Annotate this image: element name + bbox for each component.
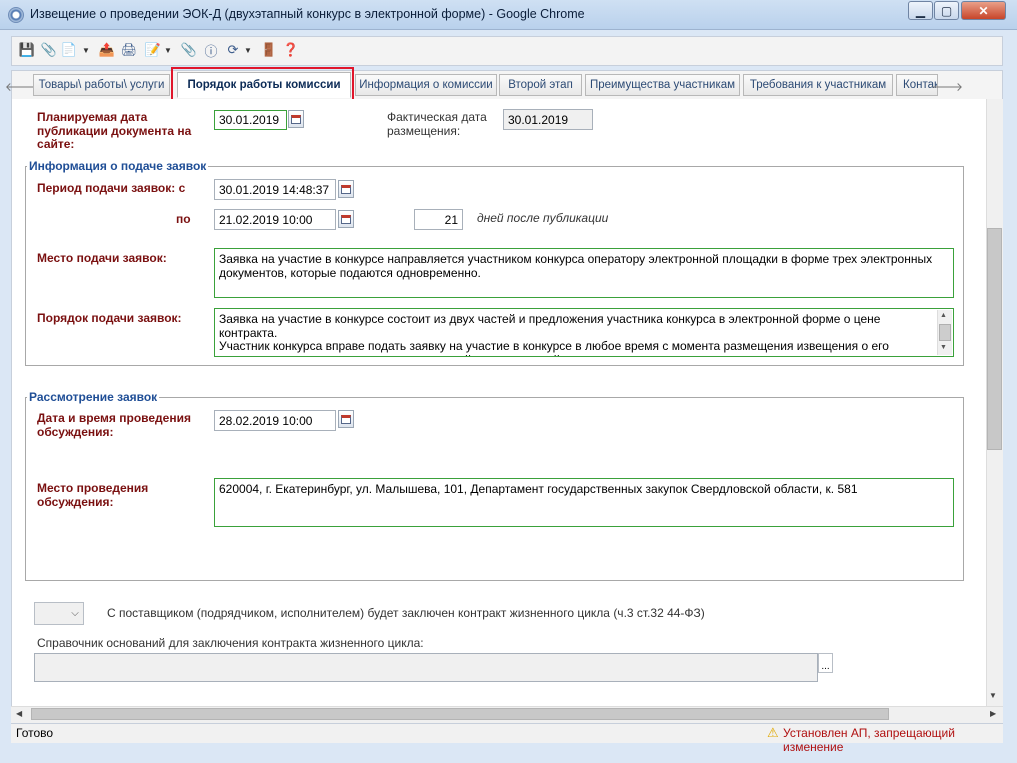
scroll-down-icon[interactable]: ▼ [989, 691, 997, 700]
lifecycle-browse-button[interactable]: ... [818, 653, 833, 673]
place-label: Место подачи заявок: [37, 251, 167, 265]
order-textarea[interactable]: Заявка на участие в конкурсе состоит из … [214, 308, 954, 357]
tab-goods[interactable]: Товары\ работы\ услуги [33, 74, 170, 96]
export-icon[interactable]: 📤 [98, 41, 116, 59]
tab-advantages[interactable]: Преимущества участникам [585, 74, 740, 96]
period-from-field[interactable]: 30.01.2019 14:48:37 [214, 179, 336, 200]
warning-icon: ⚠ [767, 725, 779, 740]
calendar-icon[interactable] [288, 110, 304, 128]
period-to-field[interactable]: 21.02.2019 10:00 [214, 209, 336, 230]
minimize-button[interactable]: ▁ [908, 1, 933, 20]
order-label: Порядок подачи заявок: [37, 311, 182, 325]
chrome-icon [8, 7, 24, 23]
document-icon[interactable]: 📄 [60, 41, 78, 59]
place-textarea[interactable]: Заявка на участие в конкурсе направляетс… [214, 248, 954, 298]
period-label: Период подачи заявок: с [37, 181, 186, 195]
print-icon[interactable]: 🖨 [120, 41, 138, 59]
review-datetime-label: Дата и время проведения обсуждения: [37, 411, 191, 439]
chevron-down-icon[interactable]: ⌵ [66, 602, 84, 625]
days-field[interactable]: 21 [414, 209, 463, 230]
attach-icon[interactable]: 📎 [40, 41, 58, 59]
exit-icon[interactable]: 🚪 [260, 41, 278, 59]
tab-scroll-left-icon[interactable]: 🡐 [5, 76, 37, 96]
lifecycle-contract-text: С поставщиком (подрядчиком, исполнителем… [107, 606, 705, 620]
submission-group-title: Информация о подаче заявок [27, 159, 209, 173]
tab-commission-info[interactable]: Информация о комиссии [355, 74, 497, 96]
days-label: дней после публикации [477, 211, 609, 225]
help-icon[interactable]: ❓ [282, 41, 300, 59]
close-button[interactable]: ✕ [961, 1, 1006, 20]
lifecycle-reference-label: Справочник оснований для заключения конт… [37, 636, 424, 650]
status-ready: Готово [16, 726, 54, 740]
tab-scroll-right-icon[interactable]: 🡒 [931, 76, 963, 96]
chevron-down-icon[interactable]: ▼ [164, 41, 172, 59]
review-place-textarea[interactable]: 620004, г. Екатеринбург, ул. Малышева, 1… [214, 478, 954, 527]
review-group-title: Рассмотрение заявок [27, 390, 160, 404]
planned-date-label: Планируемая дата публикации документа на… [37, 110, 192, 151]
tab-requirements[interactable]: Требования к участникам [743, 74, 893, 96]
calendar-icon[interactable] [338, 180, 354, 198]
tab-second-stage[interactable]: Второй этап [499, 74, 582, 96]
chevron-down-icon[interactable]: ▼ [244, 41, 252, 59]
chevron-down-icon[interactable]: ▼ [82, 41, 90, 59]
maximize-button[interactable]: ▢ [934, 1, 959, 20]
scroll-right-icon[interactable]: ▶ [990, 709, 996, 718]
review-datetime-field[interactable]: 28.02.2019 10:00 [214, 410, 336, 431]
planned-date-field[interactable]: 30.01.2019 [214, 110, 287, 130]
paperclip-icon[interactable]: 📎 [180, 41, 198, 59]
save-icon[interactable]: 💾 [18, 41, 36, 59]
refresh-icon[interactable]: ⟳ [224, 41, 242, 59]
actual-date-label: Фактическая дата размещения: [387, 110, 487, 138]
window-title: Извещение о проведении ЭОК-Д (двухэтапны… [30, 7, 585, 21]
status-warning: Установлен АП, запрещающий изменение [783, 726, 955, 754]
sign-icon[interactable]: 📝 [144, 41, 162, 59]
calendar-icon[interactable] [338, 410, 354, 428]
horizontal-scroll-thumb[interactable] [31, 708, 889, 720]
scroll-left-icon[interactable]: ◀ [16, 709, 22, 718]
calendar-icon[interactable] [338, 210, 354, 228]
order-textarea-scrollbar[interactable]: ▲ ▼ [937, 310, 952, 355]
actual-date-field: 30.01.2019 [503, 109, 593, 130]
period-to-label: по [176, 212, 191, 226]
lifecycle-reference-field[interactable] [34, 653, 818, 682]
info-icon[interactable]: ⓘ [202, 41, 220, 59]
vertical-scroll-thumb[interactable] [987, 228, 1002, 450]
review-place-label: Место проведения обсуждения: [37, 481, 149, 509]
